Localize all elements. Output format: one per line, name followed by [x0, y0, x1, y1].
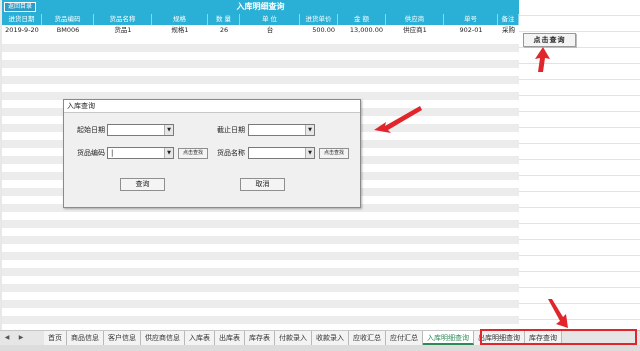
- chevron-down-icon[interactable]: ▼: [164, 148, 173, 158]
- product-name-label: 货品名称: [217, 149, 245, 157]
- end-date-label: 截止日期: [217, 126, 245, 134]
- column-header: 供应商: [386, 14, 444, 25]
- report-banner: 入库明细查询: [2, 0, 519, 14]
- find-product-code-button[interactable]: 点击查找: [178, 148, 208, 159]
- chevron-down-icon[interactable]: ▼: [305, 125, 314, 135]
- column-header: 货品编码: [42, 14, 94, 25]
- column-header: 规格: [152, 14, 208, 25]
- column-header: 单号: [444, 14, 498, 25]
- return-to-index-button[interactable]: 返回目录: [4, 2, 37, 12]
- annotation-arrow-up-icon: [535, 47, 550, 72]
- chevron-down-icon[interactable]: ▼: [305, 148, 314, 158]
- sheet-tab[interactable]: 应收汇总: [349, 331, 386, 345]
- product-code-value: |: [111, 149, 114, 157]
- sheet-tab[interactable]: 入库明细查询: [423, 331, 474, 345]
- table-cell[interactable]: 13,000.00: [338, 25, 386, 36]
- start-date-label: 起始日期: [77, 126, 105, 134]
- product-code-combobox[interactable]: | ▼: [107, 147, 174, 159]
- column-header: 单 位: [240, 14, 300, 25]
- product-name-combobox[interactable]: ▼: [248, 147, 315, 159]
- column-header: 货品名称: [94, 14, 152, 25]
- table-cell[interactable]: BM006: [42, 25, 94, 36]
- sheet-tab[interactable]: 出库明细查询: [474, 331, 525, 345]
- inbound-query-dialog: 入库查询 起始日期 ▼ 截止日期 ▼ 货品编码 | ▼ 点击查找 货品名称 ▼ …: [63, 99, 361, 208]
- table-cell[interactable]: 台: [240, 25, 300, 36]
- cancel-button[interactable]: 取消: [240, 178, 285, 191]
- table-cell[interactable]: 902-01: [444, 25, 498, 36]
- column-header: 金 额: [338, 14, 386, 25]
- column-header: 数 量: [208, 14, 240, 25]
- annotation-arrow-left-icon: [374, 106, 422, 133]
- table-cell[interactable]: 26: [208, 25, 240, 36]
- table-cell[interactable]: 采购: [498, 25, 519, 36]
- find-product-name-button[interactable]: 点击查找: [319, 148, 349, 159]
- banner-title: 入库明细查询: [236, 2, 285, 11]
- sheet-tab[interactable]: 首页: [44, 331, 67, 345]
- sheet-tabs: 首页 商品信息 客户信息 供应商信息 入库表 出库表 库存表 付款录入 收款录入 应收汇总 应付汇总…: [44, 331, 562, 345]
- table-cell[interactable]: 规格1: [152, 25, 208, 36]
- start-date-combobox[interactable]: ▼: [107, 124, 174, 136]
- table-cell[interactable]: 货品1: [94, 25, 152, 36]
- table-header: 进货日期 货品编码 货品名称 规格数 量单 位进货单价金 额供应商 单号 备注: [2, 14, 519, 25]
- table-cell[interactable]: 供应商1: [386, 25, 444, 36]
- end-date-combobox[interactable]: ▼: [248, 124, 315, 136]
- sheet-tab[interactable]: 商品信息: [67, 331, 104, 345]
- tab-scroll-left-icon[interactable]: ◀: [0, 331, 14, 345]
- product-code-label: 货品编码: [77, 149, 105, 157]
- sheet-tab[interactable]: 供应商信息: [141, 331, 185, 345]
- sheet-tab[interactable]: 出库表: [215, 331, 245, 345]
- column-header: 进货单价: [300, 14, 338, 25]
- sheet-tab[interactable]: 客户信息: [104, 331, 141, 345]
- sheet-tab[interactable]: 应付汇总: [386, 331, 423, 345]
- sheet-tab[interactable]: 收款录入: [312, 331, 349, 345]
- column-header: 进货日期: [2, 14, 42, 25]
- table-cell[interactable]: 500.00: [300, 25, 338, 36]
- query-button[interactable]: 查询: [120, 178, 165, 191]
- sheet-tab-bar: ◀ ▶ 首页 商品信息 客户信息 供应商信息 入库表 出库表 库存表 付款录入 收款录入 应收汇总…: [0, 330, 640, 345]
- dialog-title: 入库查询: [64, 100, 360, 113]
- sheet-tab[interactable]: 入库表: [185, 331, 215, 345]
- sheet-tab[interactable]: 库存表: [245, 331, 275, 345]
- table-cell[interactable]: 2019-9-20: [2, 25, 42, 36]
- sheet-tab[interactable]: 付款录入: [275, 331, 312, 345]
- column-header: 备注: [498, 14, 519, 25]
- sheet-tab[interactable]: 库存查询: [525, 331, 562, 345]
- tab-scroll-right-icon[interactable]: ▶: [14, 331, 28, 345]
- annotation-arrow-down-icon: [548, 299, 568, 328]
- table-row: 2019-9-20 BM006 货品1 规格1 26 台 500.00 13,000.00 供应…: [2, 25, 519, 36]
- status-bar: [0, 345, 640, 351]
- chevron-down-icon[interactable]: ▼: [164, 125, 173, 135]
